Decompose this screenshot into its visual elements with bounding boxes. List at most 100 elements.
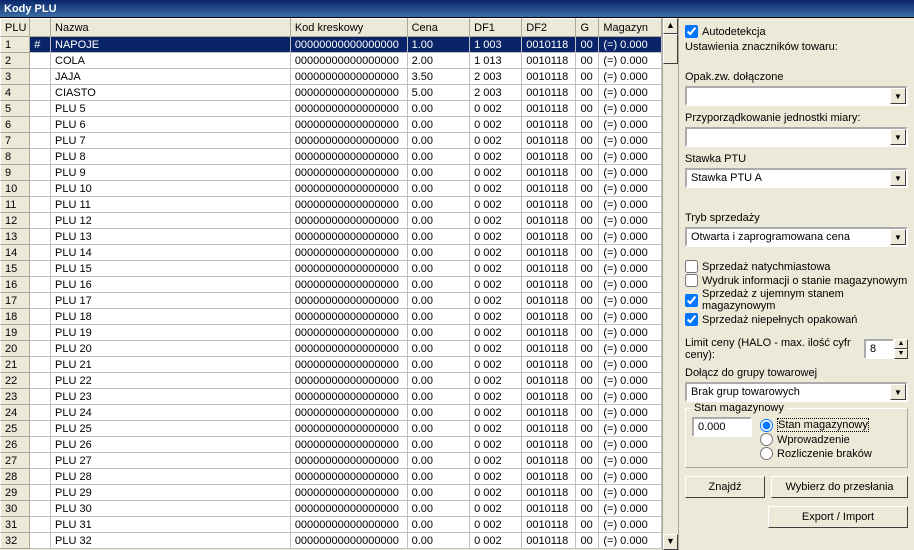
cell[interactable]: 00 (576, 325, 599, 341)
cell[interactable]: 0010118 (522, 181, 576, 197)
immediate-checkbox[interactable] (685, 260, 698, 273)
cell[interactable]: 6 (1, 117, 30, 133)
cell[interactable]: 00 (576, 405, 599, 421)
cell[interactable]: 0.00 (407, 197, 470, 213)
cell[interactable]: PLU 26 (51, 437, 291, 453)
cell[interactable]: (=) 0.000 (599, 405, 662, 421)
cell[interactable]: (=) 0.000 (599, 53, 662, 69)
table-row[interactable]: 29PLU 29000000000000000000.000 002001011… (1, 485, 662, 501)
cell[interactable]: 0 002 (470, 149, 522, 165)
cell[interactable]: 0010118 (522, 213, 576, 229)
table-row[interactable]: 28PLU 28000000000000000000.000 002001011… (1, 469, 662, 485)
cell[interactable]: (=) 0.000 (599, 293, 662, 309)
cell[interactable]: (=) 0.000 (599, 421, 662, 437)
col-g[interactable]: G (576, 19, 599, 37)
cell[interactable]: 13 (1, 229, 30, 245)
cell[interactable]: 0 002 (470, 181, 522, 197)
cell[interactable]: 0010118 (522, 405, 576, 421)
cell[interactable]: 0 002 (470, 213, 522, 229)
cell[interactable] (30, 181, 51, 197)
cell[interactable]: 0.00 (407, 293, 470, 309)
cell[interactable]: COLA (51, 53, 291, 69)
cell[interactable]: 21 (1, 357, 30, 373)
mode-combo[interactable]: Otwarta i zaprogramowana cena ▼ (685, 227, 908, 247)
radio-input[interactable] (760, 433, 773, 446)
cell[interactable]: 31 (1, 517, 30, 533)
cell[interactable]: 00 (576, 229, 599, 245)
cell[interactable]: PLU 24 (51, 405, 291, 421)
cell[interactable]: 00 (576, 453, 599, 469)
cell[interactable]: 1.00 (407, 37, 470, 53)
cell[interactable]: PLU 8 (51, 149, 291, 165)
cell[interactable]: PLU 28 (51, 469, 291, 485)
cell[interactable]: 00 (576, 469, 599, 485)
cell[interactable]: 0010118 (522, 421, 576, 437)
cell[interactable]: PLU 17 (51, 293, 291, 309)
cell[interactable]: (=) 0.000 (599, 149, 662, 165)
cell[interactable]: 0010118 (522, 485, 576, 501)
cell[interactable]: 00 (576, 373, 599, 389)
cell[interactable]: 0010118 (522, 533, 576, 549)
chevron-down-icon[interactable]: ▼ (890, 229, 906, 245)
cell[interactable]: 0010118 (522, 501, 576, 517)
export-button[interactable]: Export / Import (768, 506, 908, 528)
table-row[interactable]: 22PLU 22000000000000000000.000 002001011… (1, 373, 662, 389)
cell[interactable]: 00 (576, 261, 599, 277)
cell[interactable] (30, 485, 51, 501)
cell[interactable]: 17 (1, 293, 30, 309)
cell[interactable]: 32 (1, 533, 30, 549)
cell[interactable]: (=) 0.000 (599, 181, 662, 197)
cell[interactable]: PLU 27 (51, 453, 291, 469)
cell[interactable]: 0010118 (522, 69, 576, 85)
cell[interactable]: (=) 0.000 (599, 389, 662, 405)
find-button[interactable]: Znajdź (685, 476, 765, 498)
cell[interactable]: 0010118 (522, 341, 576, 357)
cell[interactable] (30, 245, 51, 261)
chevron-down-icon[interactable]: ▼ (890, 129, 906, 145)
table-row[interactable]: 30PLU 30000000000000000000.000 002001011… (1, 501, 662, 517)
cell[interactable]: 00000000000000000 (290, 389, 407, 405)
cell[interactable]: 00000000000000000 (290, 101, 407, 117)
cell[interactable]: 00000000000000000 (290, 261, 407, 277)
cell[interactable]: 0 002 (470, 309, 522, 325)
cell[interactable]: 3 (1, 69, 30, 85)
stockinfo-checkbox[interactable] (685, 274, 698, 287)
cell[interactable]: 5 (1, 101, 30, 117)
cell[interactable]: 00000000000000000 (290, 421, 407, 437)
cell[interactable]: 0010118 (522, 469, 576, 485)
spinner-down-icon[interactable]: ▼ (894, 349, 908, 359)
table-row[interactable]: 13PLU 13000000000000000000.000 002001011… (1, 229, 662, 245)
cell[interactable]: 14 (1, 245, 30, 261)
cell[interactable]: PLU 30 (51, 501, 291, 517)
cell[interactable]: (=) 0.000 (599, 325, 662, 341)
cell[interactable]: PLU 11 (51, 197, 291, 213)
cell[interactable]: 2 003 (470, 69, 522, 85)
cell[interactable]: 0.00 (407, 277, 470, 293)
cell[interactable] (30, 213, 51, 229)
cell[interactable]: 2 003 (470, 85, 522, 101)
cell[interactable]: 0.00 (407, 533, 470, 549)
cell[interactable]: 00000000000000000 (290, 341, 407, 357)
cell[interactable]: 00 (576, 85, 599, 101)
table-row[interactable]: 17PLU 17000000000000000000.000 002001011… (1, 293, 662, 309)
cell[interactable]: (=) 0.000 (599, 277, 662, 293)
cell[interactable]: 0 002 (470, 165, 522, 181)
plu-table[interactable]: PLU Nazwa Kod kreskowy Cena DF1 DF2 G Ma… (0, 18, 662, 549)
cell[interactable]: 3.50 (407, 69, 470, 85)
cell[interactable]: PLU 20 (51, 341, 291, 357)
cell[interactable]: 0.00 (407, 405, 470, 421)
table-row[interactable]: 4CIASTO000000000000000005.002 0030010118… (1, 85, 662, 101)
scroll-up-icon[interactable]: ▲ (663, 18, 678, 34)
cell[interactable]: 0.00 (407, 165, 470, 181)
cell[interactable]: PLU 31 (51, 517, 291, 533)
cell[interactable]: 00 (576, 437, 599, 453)
cell[interactable]: 00000000000000000 (290, 277, 407, 293)
col-cena[interactable]: Cena (407, 19, 470, 37)
cell[interactable]: 00 (576, 341, 599, 357)
cell[interactable]: (=) 0.000 (599, 37, 662, 53)
cell[interactable]: 0.00 (407, 181, 470, 197)
cell[interactable]: 00000000000000000 (290, 53, 407, 69)
cell[interactable]: 00000000000000000 (290, 69, 407, 85)
cell[interactable]: 19 (1, 325, 30, 341)
cell[interactable]: 0 002 (470, 373, 522, 389)
